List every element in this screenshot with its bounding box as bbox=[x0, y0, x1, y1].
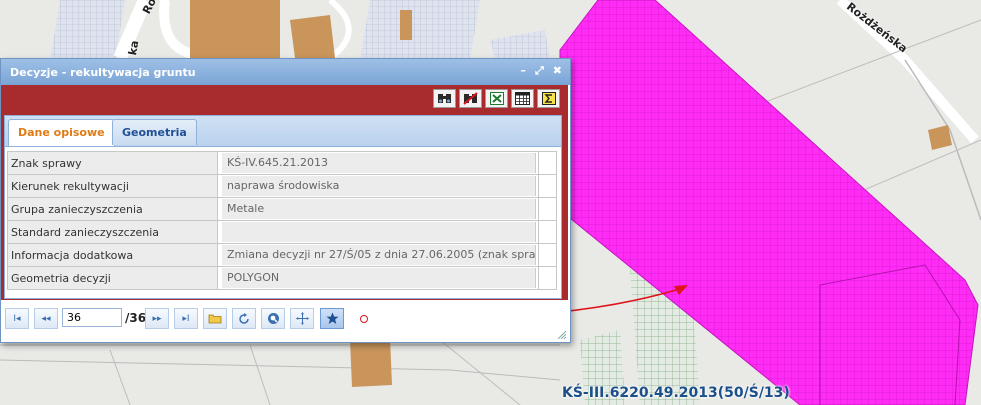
binoculars-cross-icon bbox=[463, 92, 478, 105]
tab-panel: Dane opisowe Geometria Znak sprawy KŚ-IV.… bbox=[4, 115, 562, 299]
window-titlebar[interactable]: Decyzje - rekultywacja gruntu – ⤢ ✖ bbox=[1, 59, 570, 85]
attribute-value[interactable]: Metale bbox=[222, 199, 537, 219]
refresh-button[interactable] bbox=[232, 308, 256, 329]
building bbox=[190, 0, 280, 58]
attribute-label: Informacja dodatkowa bbox=[7, 243, 218, 267]
refresh-icon bbox=[239, 312, 249, 324]
table-icon bbox=[515, 92, 530, 105]
record-number-input[interactable] bbox=[62, 308, 122, 327]
parcel-grid bbox=[50, 0, 125, 60]
street-label: ka bbox=[126, 39, 142, 57]
highlight-button[interactable] bbox=[320, 308, 344, 329]
attribute-label: Grupa zanieczyszczenia bbox=[7, 197, 218, 221]
tab-geometria[interactable]: Geometria bbox=[112, 119, 197, 145]
parcel-caption: KŚ-III.6220.49.2013(50/Ś/13) bbox=[562, 385, 790, 401]
attribute-value-cell bbox=[216, 220, 540, 244]
decision-window: Decyzje - rekultywacja gruntu – ⤢ ✖ Dane… bbox=[0, 58, 571, 343]
attribute-extra-cell bbox=[538, 243, 557, 267]
attribute-value-cell: Zmiana decyzji nr 27/Ś/05 z dnia 27.06.2… bbox=[216, 243, 540, 267]
export-excel-button[interactable] bbox=[485, 89, 508, 108]
table-view-button[interactable] bbox=[511, 89, 534, 108]
attribute-extra-cell bbox=[538, 220, 557, 244]
tab-strip: Dane opisowe Geometria bbox=[5, 116, 561, 147]
attribute-row: Kierunek rekultywacji naprawa środowiska bbox=[7, 174, 557, 198]
tab-dane-opisowe[interactable]: Dane opisowe bbox=[8, 119, 115, 146]
binoculars-button[interactable] bbox=[433, 89, 456, 108]
parcel-grid bbox=[360, 0, 480, 60]
resize-handle-icon[interactable] bbox=[558, 331, 566, 339]
clear-search-button[interactable] bbox=[459, 89, 482, 108]
sum-button[interactable] bbox=[537, 89, 560, 108]
magnifier-icon bbox=[267, 313, 279, 324]
pager-bar: I◂ ◂◂ /36 ▸▸ ▸I bbox=[1, 305, 568, 333]
attribute-table: Znak sprawy KŚ-IV.645.21.2013 Kierunek rek… bbox=[7, 151, 557, 290]
next-record-button[interactable]: ▸▸ bbox=[145, 308, 169, 329]
window-controls: – ⤢ ✖ bbox=[520, 65, 562, 77]
attribute-value-cell: naprawa środowiska bbox=[216, 174, 540, 198]
excel-icon bbox=[489, 92, 504, 105]
attribute-extra-cell bbox=[538, 174, 557, 198]
attribute-row: Znak sprawy KŚ-IV.645.21.2013 bbox=[7, 151, 557, 175]
attribute-value[interactable]: naprawa środowiska bbox=[222, 176, 537, 196]
binoculars-icon bbox=[438, 94, 451, 103]
move-icon bbox=[295, 312, 309, 325]
attribute-label: Kierunek rekultywacji bbox=[7, 174, 218, 198]
building bbox=[290, 15, 335, 58]
attribute-row: Informacja dodatkowa Zmiana decyzji nr 27… bbox=[7, 243, 557, 267]
attribute-extra-cell bbox=[538, 197, 557, 221]
first-record-button[interactable]: I◂ bbox=[5, 308, 29, 329]
attribute-extra-cell bbox=[538, 266, 557, 290]
attribute-extra-cell bbox=[538, 151, 557, 175]
minimize-icon[interactable]: – bbox=[520, 65, 526, 77]
close-icon[interactable]: ✖ bbox=[553, 65, 562, 77]
attribute-label: Standard zanieczyszczenia bbox=[7, 220, 218, 244]
open-folder-button[interactable] bbox=[203, 308, 227, 329]
attribute-value[interactable]: POLYGON bbox=[222, 268, 537, 288]
folder-icon bbox=[208, 314, 222, 324]
attribute-value[interactable] bbox=[222, 222, 537, 242]
attribute-value[interactable]: KŚ-IV.645.21.2013 bbox=[222, 153, 537, 173]
content-area: Dane opisowe Geometria Znak sprawy KŚ-IV.… bbox=[1, 85, 568, 300]
sigma-icon bbox=[541, 92, 556, 105]
pan-button[interactable] bbox=[290, 308, 314, 329]
previous-record-button[interactable]: ◂◂ bbox=[34, 308, 58, 329]
window-title: Decyzje - rekultywacja gruntu bbox=[10, 66, 196, 79]
building bbox=[350, 338, 392, 387]
info-icon[interactable] bbox=[360, 315, 368, 323]
attribute-value[interactable]: Zmiana decyzji nr 27/Ś/05 z dnia 27.06.2… bbox=[222, 245, 537, 265]
toolbar bbox=[433, 89, 560, 108]
attribute-value-cell: POLYGON bbox=[216, 266, 540, 290]
attribute-row: Geometria decyzji POLYGON bbox=[7, 266, 557, 290]
building bbox=[400, 10, 412, 40]
attribute-row: Grupa zanieczyszczenia Metale bbox=[7, 197, 557, 221]
star-icon bbox=[326, 312, 338, 324]
attribute-row: Standard zanieczyszczenia bbox=[7, 220, 557, 244]
restore-icon[interactable]: ⤢ bbox=[535, 65, 544, 77]
zoom-to-button[interactable] bbox=[261, 308, 285, 329]
attribute-value-cell: Metale bbox=[216, 197, 540, 221]
last-record-button[interactable]: ▸I bbox=[174, 308, 198, 329]
attribute-label: Geometria decyzji bbox=[7, 266, 218, 290]
attribute-value-cell: KŚ-IV.645.21.2013 bbox=[216, 151, 540, 175]
attribute-label: Znak sprawy bbox=[7, 151, 218, 175]
record-total: /36 bbox=[125, 311, 147, 325]
